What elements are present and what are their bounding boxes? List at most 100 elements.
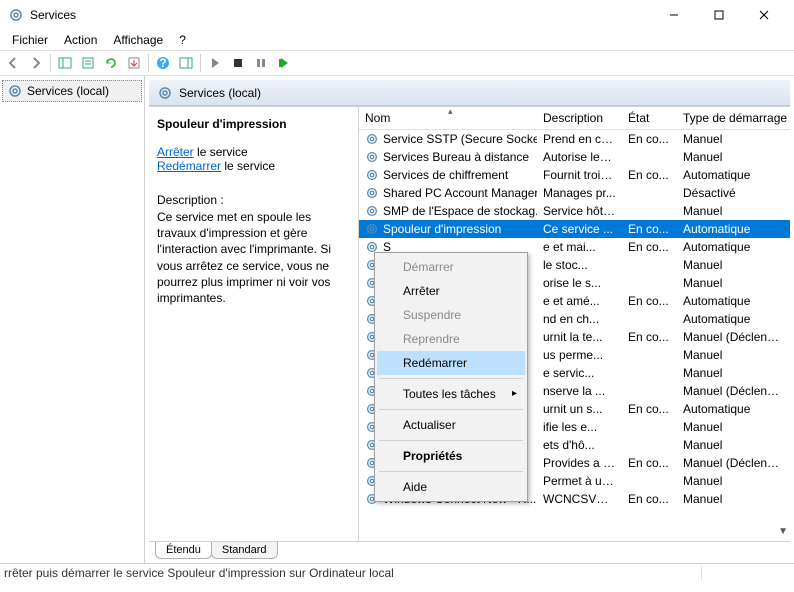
- col-description[interactable]: Description: [537, 107, 622, 130]
- context-menu-item[interactable]: Aide: [377, 475, 525, 499]
- service-start-cell: Manuel: [677, 130, 790, 149]
- status-bar: rrêter puis démarrer le service Spouleur…: [0, 563, 794, 583]
- menu-file[interactable]: Fichier: [4, 31, 56, 49]
- service-name-cell: Shared PC Account Manager: [359, 184, 537, 202]
- refresh-button[interactable]: [100, 52, 122, 74]
- service-start-cell: Manuel: [677, 202, 790, 220]
- service-row[interactable]: Service SSTP (Secure Socket...Prend en c…: [359, 130, 790, 149]
- description-label: Description :: [157, 193, 350, 207]
- service-start-cell: Manuel (Déclenche...: [677, 382, 790, 400]
- context-menu-item: Suspendre: [377, 303, 525, 327]
- service-start-cell: Automatique: [677, 238, 790, 256]
- detail-pane: Spouleur d'impression Arrêter le service…: [149, 107, 359, 541]
- col-startup[interactable]: Type de démarrage: [677, 107, 790, 130]
- service-state-cell: [622, 274, 677, 292]
- maximize-button[interactable]: [696, 1, 741, 29]
- menu-help[interactable]: ?: [171, 31, 194, 49]
- service-start-cell: Manuel: [677, 418, 790, 436]
- tab-standard[interactable]: Standard: [211, 542, 278, 559]
- service-start-cell: Automatique: [677, 292, 790, 310]
- service-desc-cell: us perme...: [537, 346, 622, 364]
- forward-button[interactable]: [25, 52, 47, 74]
- service-state-cell: [622, 184, 677, 202]
- service-start-cell: Manuel: [677, 490, 790, 508]
- service-desc-cell: Manages pr...: [537, 184, 622, 202]
- restart-service-link[interactable]: Redémarrer: [157, 159, 221, 173]
- service-start-cell: Manuel: [677, 346, 790, 364]
- service-desc-cell: Provides a JI...: [537, 454, 622, 472]
- service-state-cell: En co...: [622, 238, 677, 256]
- stop-service-link[interactable]: Arrêter: [157, 145, 194, 159]
- service-state-cell: [622, 202, 677, 220]
- service-desc-cell: urnit la te...: [537, 328, 622, 346]
- service-desc-cell: le stoc...: [537, 256, 622, 274]
- minimize-button[interactable]: [651, 1, 696, 29]
- service-start-cell: Manuel: [677, 364, 790, 382]
- scroll-down-icon[interactable]: ▼: [778, 526, 788, 537]
- svg-text:?: ?: [159, 56, 166, 70]
- service-desc-cell: Ce service ...: [537, 220, 622, 238]
- context-menu-item[interactable]: Redémarrer: [377, 351, 525, 375]
- menu-action[interactable]: Action: [56, 31, 105, 49]
- service-row[interactable]: Spouleur d'impressionCe service ...En co…: [359, 220, 790, 238]
- service-desc-cell: urnit un s...: [537, 400, 622, 418]
- service-state-cell: [622, 382, 677, 400]
- column-headers: Nom▴ Description État Type de démarrage: [359, 107, 790, 130]
- service-start-cell: Manuel: [677, 436, 790, 454]
- service-state-cell: [622, 256, 677, 274]
- titlebar: Services: [0, 0, 794, 30]
- service-desc-cell: nd en ch...: [537, 310, 622, 328]
- tab-extended[interactable]: Étendu: [155, 542, 212, 559]
- pause-service-button[interactable]: [250, 52, 272, 74]
- service-row[interactable]: Shared PC Account ManagerManages pr... Dé…: [359, 184, 790, 202]
- service-row[interactable]: SMP de l'Espace de stockag...Service hôt…: [359, 202, 790, 220]
- show-hide-tree-button[interactable]: [54, 52, 76, 74]
- service-desc-cell: ets d'hô...: [537, 436, 622, 454]
- description-text: Ce service met en spoule les travaux d'i…: [157, 209, 350, 306]
- help-button[interactable]: ?: [152, 52, 174, 74]
- tree-root-item[interactable]: Services (local): [2, 80, 142, 102]
- service-state-cell: En co...: [622, 454, 677, 472]
- window-title: Services: [30, 8, 651, 22]
- restart-service-button[interactable]: [273, 52, 295, 74]
- context-menu-item[interactable]: Toutes les tâches▸: [377, 382, 525, 406]
- service-start-cell: Manuel: [677, 148, 790, 166]
- service-row[interactable]: Services de chiffrementFournit trois...E…: [359, 166, 790, 184]
- tree-pane: Services (local): [0, 76, 145, 563]
- start-service-button[interactable]: [204, 52, 226, 74]
- context-menu-item[interactable]: Actualiser: [377, 413, 525, 437]
- close-button[interactable]: [741, 1, 786, 29]
- service-desc-cell: orise le s...: [537, 274, 622, 292]
- service-desc-cell: WCNCSVC h...: [537, 490, 622, 508]
- selected-service-name: Spouleur d'impression: [157, 117, 350, 131]
- status-text: rrêter puis démarrer le service Spouleur…: [4, 566, 702, 581]
- show-hide-action-pane-button[interactable]: [175, 52, 197, 74]
- service-start-cell: Automatique: [677, 220, 790, 238]
- service-name-cell: Services de chiffrement: [359, 166, 537, 184]
- menu-view[interactable]: Affichage: [105, 31, 171, 49]
- context-menu-item: Démarrer: [377, 255, 525, 279]
- col-state[interactable]: État: [622, 107, 677, 130]
- service-row[interactable]: Services Bureau à distanceAutorise les .…: [359, 148, 790, 166]
- service-desc-cell: e et amé...: [537, 292, 622, 310]
- service-start-cell: Manuel (Déclenche...: [677, 454, 790, 472]
- window-controls: [651, 1, 786, 29]
- service-start-cell: Automatique: [677, 310, 790, 328]
- service-state-cell: [622, 418, 677, 436]
- service-state-cell: En co...: [622, 292, 677, 310]
- service-state-cell: [622, 310, 677, 328]
- service-start-cell: Manuel: [677, 472, 790, 490]
- properties-button[interactable]: [77, 52, 99, 74]
- stop-service-button[interactable]: [227, 52, 249, 74]
- service-start-cell: Désactivé: [677, 184, 790, 202]
- pane-title: Services (local): [179, 86, 261, 100]
- back-button[interactable]: [2, 52, 24, 74]
- service-state-cell: En co...: [622, 490, 677, 508]
- menubar: Fichier Action Affichage ?: [0, 30, 794, 50]
- export-button[interactable]: [123, 52, 145, 74]
- sort-indicator-icon: ▴: [448, 107, 453, 117]
- context-menu-item[interactable]: Propriétés: [377, 444, 525, 468]
- col-name[interactable]: Nom▴: [359, 107, 537, 130]
- service-start-cell: Automatique: [677, 400, 790, 418]
- context-menu-item[interactable]: Arrêter: [377, 279, 525, 303]
